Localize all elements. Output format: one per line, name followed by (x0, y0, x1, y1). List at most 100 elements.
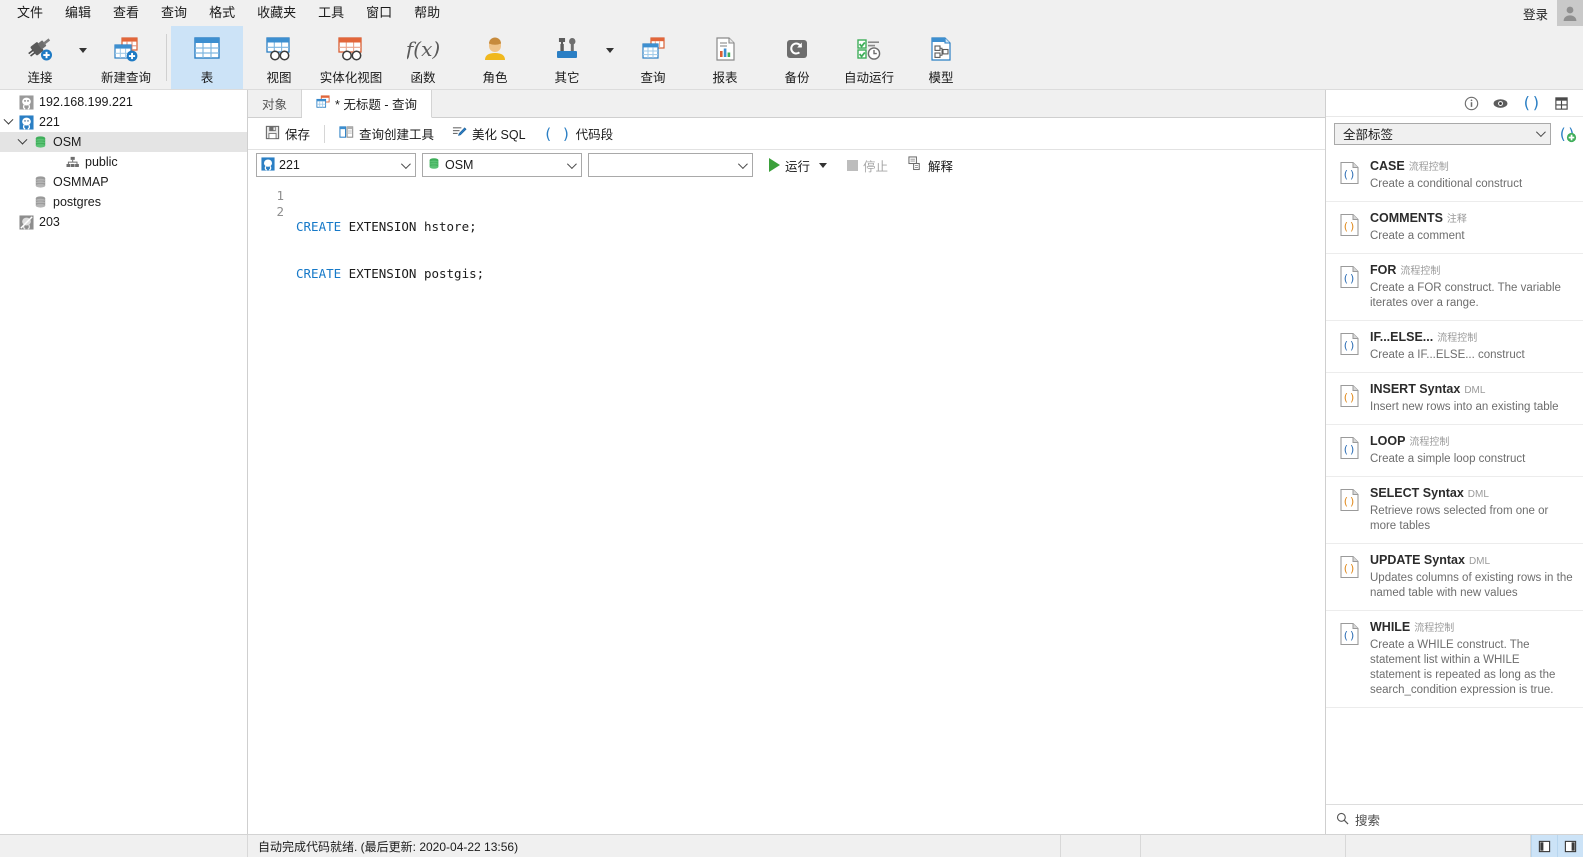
tab-objects[interactable]: 对象 (248, 89, 303, 117)
menu-window[interactable]: 窗口 (355, 1, 403, 25)
snippet-item-insert-syntax[interactable]: () INSERT Syntax DML Insert new rows into… (1326, 373, 1583, 425)
add-snippet-icon[interactable]: () (1557, 125, 1577, 143)
toolbar-backup[interactable]: 备份 (761, 26, 833, 89)
menu-format[interactable]: 格式 (198, 1, 246, 25)
query-builder-button[interactable]: 查询创建工具 (330, 121, 443, 146)
snippet-body: LOOP 流程控制 Create a simple loop construct (1370, 434, 1573, 467)
snippet-item-for[interactable]: () FOR 流程控制 Create a FOR construct. The v… (1326, 254, 1583, 321)
menu-file[interactable]: 文件 (6, 1, 54, 25)
sql-keyword: CREATE (296, 219, 342, 234)
beautify-sql-button[interactable]: 美化 SQL (443, 121, 535, 146)
tree-node-public[interactable]: public (0, 152, 247, 172)
menu-query[interactable]: 查询 (150, 1, 198, 25)
save-button-label: 保存 (285, 128, 311, 142)
snippet-item-loop[interactable]: () LOOP 流程控制 Create a simple loop constru… (1326, 425, 1583, 477)
toolbar-connection[interactable]: 连接 (4, 26, 76, 89)
toolbar-role[interactable]: 角色 (459, 26, 531, 89)
stop-button[interactable]: 停止 (843, 153, 892, 178)
login-link[interactable]: 登录 (1514, 4, 1557, 23)
toolbar-model-label: 模型 (928, 71, 954, 85)
snippet-title: CASE 流程控制 (1370, 159, 1449, 173)
toolbar-model[interactable]: 模型 (905, 26, 977, 89)
right-panel-toggle[interactable] (1557, 834, 1583, 857)
snippet-filter-row: 全部标签 () (1326, 117, 1583, 150)
snippet-list[interactable]: () CASE 流程控制 Create a conditional constru… (1326, 150, 1583, 804)
editor-area: 对象 * 无标题 - 查询 保存 查询创建工具 美化 SQL () 代码段 2… (248, 89, 1325, 834)
code-snippet-label: 代码段 (575, 128, 614, 142)
menu-edit[interactable]: 编辑 (54, 1, 102, 25)
expand-chevron-icon[interactable] (0, 114, 16, 126)
menu-tools[interactable]: 工具 (307, 1, 355, 25)
sql-editor[interactable]: 1 2 CREATE EXTENSION hstore; CREATE EXTE… (248, 180, 1325, 834)
toolbar-connection-caret[interactable] (76, 26, 90, 89)
role-icon (480, 32, 510, 66)
tab-untitled-query[interactable]: * 无标题 - 查询 (302, 90, 432, 118)
snippet-item-case[interactable]: () CASE 流程控制 Create a conditional constru… (1326, 150, 1583, 202)
left-panel-toggle[interactable] (1531, 834, 1557, 857)
model-icon (926, 32, 956, 66)
snippet-search-box[interactable]: 搜索 (1326, 804, 1583, 834)
snippet-item-comments[interactable]: () COMMENTS 注释 Create a comment (1326, 202, 1583, 254)
snippet-file-icon: () (1339, 211, 1361, 240)
toolbar-view[interactable]: 视图 (243, 26, 315, 89)
schema-select[interactable] (588, 153, 753, 177)
tree-node-192-168-199-221[interactable]: 192.168.199.221 (0, 92, 247, 112)
avatar[interactable] (1557, 0, 1583, 26)
snippet-item-select-syntax[interactable]: () SELECT Syntax DML Retrieve rows select… (1326, 477, 1583, 544)
tree-node-postgres[interactable]: postgres (0, 192, 247, 212)
tree-node-osm[interactable]: OSM (0, 132, 247, 152)
toolbar-backup-label: 备份 (784, 71, 810, 85)
status-message: 自动完成代码就绪. (最后更新: 2020-04-22 13:56) (248, 834, 1061, 857)
line-number: 1 (276, 188, 284, 203)
tree-node-221[interactable]: 221 (0, 112, 247, 132)
info-icon[interactable] (1464, 96, 1479, 111)
tree-node-label: 192.168.199.221 (39, 95, 133, 109)
toolbar-materialized-view[interactable]: 实体化视图 (315, 26, 387, 89)
snippet-item-update-syntax[interactable]: () UPDATE Syntax DML Updates columns of e… (1326, 544, 1583, 611)
snippet-item-if-else[interactable]: () IF...ELSE... 流程控制 Create a IF...ELSE..… (1326, 321, 1583, 373)
explain-button[interactable]: 解释 (904, 153, 957, 178)
svg-text:(): () (1342, 272, 1355, 285)
tree-node-osmmap[interactable]: OSMMAP (0, 172, 247, 192)
code-snippet-button[interactable]: ( ) 代码段 (535, 121, 623, 146)
toolbar-table[interactable]: 表 (171, 26, 243, 89)
line-number-gutter: 1 2 (248, 180, 290, 834)
toolbar-new-query[interactable]: 新建查询 (90, 26, 162, 89)
toolbar-function[interactable]: f(x) 函数 (387, 26, 459, 89)
tag-filter-value: 全部标签 (1343, 128, 1394, 142)
menu-help[interactable]: 帮助 (403, 1, 451, 25)
snippet-description: Create a comment (1370, 230, 1465, 242)
menu-favorites[interactable]: 收藏夹 (246, 1, 307, 25)
toolbar-automation[interactable]: 自动运行 (833, 26, 905, 89)
menu-view[interactable]: 查看 (102, 1, 150, 25)
toolbar-report[interactable]: 报表 (689, 26, 761, 89)
toolbar-others[interactable]: 其它 (531, 26, 603, 89)
snippet-description: Create a IF...ELSE... construct (1370, 349, 1525, 361)
preview-eye-icon[interactable] (1492, 96, 1509, 111)
toolbar-others-caret[interactable] (603, 26, 617, 89)
database-select[interactable]: OSM (422, 153, 582, 177)
toolbar-materialized-view-label: 实体化视图 (319, 71, 383, 85)
automation-icon (853, 32, 885, 66)
snippet-item-while[interactable]: () WHILE 流程控制 Create a WHILE construct. T… (1326, 611, 1583, 708)
connection-select[interactable]: 221 (256, 153, 416, 177)
tree-node-label: OSMMAP (53, 175, 109, 189)
structure-grid-icon[interactable] (1554, 96, 1569, 111)
snippet-tag: 流程控制 (1400, 266, 1441, 277)
connection-tree[interactable]: 192.168.199.221 221 OSM public OSMMAP po… (0, 90, 248, 834)
run-button[interactable]: 运行 (765, 153, 831, 178)
expand-chevron-icon[interactable] (14, 134, 30, 146)
sql-keyword: CREATE (296, 265, 342, 281)
save-button[interactable]: 保存 (256, 121, 319, 146)
tree-node-203[interactable]: 203 (0, 212, 247, 232)
tag-filter-select[interactable]: 全部标签 (1334, 122, 1551, 145)
snippet-file-icon: () (1339, 434, 1361, 463)
left-panel-icon (1538, 840, 1551, 852)
sql-code-content[interactable]: CREATE EXTENSION hstore; CREATE EXTENSIO… (290, 180, 1325, 834)
snippet-body: CASE 流程控制 Create a conditional construct (1370, 159, 1573, 192)
server-offline-icon (16, 214, 36, 230)
chevron-down-icon[interactable] (819, 162, 828, 168)
main-toolbar: 连接 新建查询 表 视图 实体化视图 f(x) 函数 角色 其它 查询 报表 备… (0, 26, 1583, 90)
toolbar-query[interactable]: 查询 (617, 26, 689, 89)
code-snippet-icon[interactable]: () (1522, 95, 1541, 111)
